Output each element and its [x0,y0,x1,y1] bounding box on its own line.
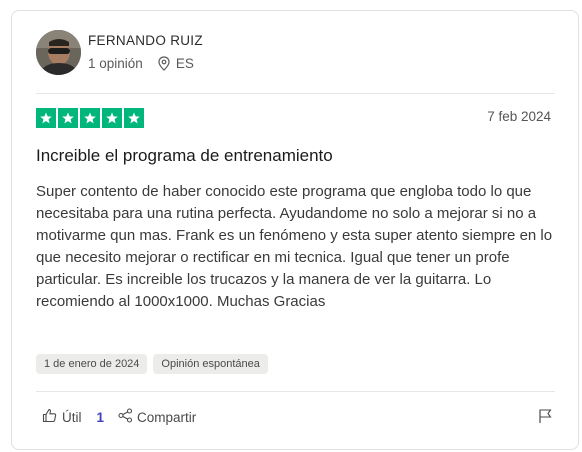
thumbs-up-icon [42,408,57,426]
review-type-tag[interactable]: Opinión espontánea [153,354,268,374]
reviewer-name[interactable]: FERNANDO RUIZ [88,33,203,48]
star-icon [36,108,56,128]
star-rating [36,108,144,128]
review-body: Super contento de haber conocido este pr… [36,183,553,310]
review-count: 1 opinión [88,56,143,71]
review-actions: Útil 1 Compartir [42,408,196,426]
reviewer-country: ES [175,56,194,71]
review-tags: 1 de enero de 2024 Opinión espontánea [36,354,268,374]
useful-label: Útil [62,409,82,425]
experience-date-tag: 1 de enero de 2024 [36,354,148,374]
useful-button[interactable]: Útil [42,408,82,426]
report-button[interactable] [538,408,553,429]
flag-icon [538,409,553,428]
share-label: Compartir [137,409,197,425]
review-title[interactable]: Increible el programa de entrenamiento [36,146,333,166]
reviewer-meta: 1 opinión ES [88,56,194,71]
star-icon [102,108,122,128]
star-icon [58,108,78,128]
share-button[interactable]: Compartir [118,408,196,426]
location-pin-icon [158,56,170,71]
avatar[interactable] [36,30,81,75]
star-icon [124,108,144,128]
star-icon [80,108,100,128]
review-card: FERNANDO RUIZ 1 opinión ES 7 feb 2024 In… [11,10,579,450]
share-icon [118,408,133,426]
useful-count: 1 [96,409,105,425]
divider [36,391,555,392]
review-date: 7 feb 2024 [487,109,551,124]
divider [36,93,555,94]
